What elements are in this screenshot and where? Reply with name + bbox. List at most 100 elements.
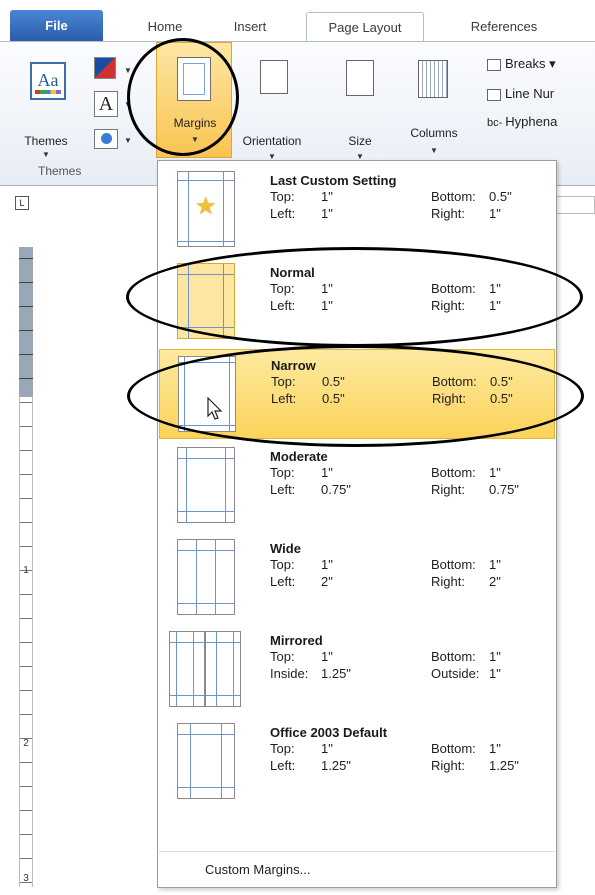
option-value: 1.25" bbox=[489, 758, 519, 773]
option-key: Right: bbox=[431, 574, 465, 589]
option-value: 0.75" bbox=[321, 482, 351, 497]
margin-option-last-custom-setting[interactable]: ★ Last Custom Setting Top: 1" Bottom: 0.5" Lef… bbox=[159, 165, 555, 255]
option-value: 1.25" bbox=[321, 666, 351, 681]
option-key: Top: bbox=[270, 557, 295, 572]
option-key: Top: bbox=[270, 741, 295, 756]
orientation-label: Orientation bbox=[242, 134, 302, 148]
hyphenation-icon: bc- bbox=[487, 117, 503, 129]
themes-label: Themes bbox=[24, 134, 68, 148]
breaks-icon bbox=[487, 58, 501, 71]
option-key: Left: bbox=[270, 574, 296, 589]
line-numbers-button[interactable]: Line Nur bbox=[487, 86, 554, 101]
option-value: 0.5" bbox=[322, 391, 345, 406]
columns-icon bbox=[418, 60, 448, 98]
ruler-number: 1 bbox=[23, 565, 29, 576]
option-key: Bottom: bbox=[431, 557, 476, 572]
custom-margins-label: Custom Margins... bbox=[205, 862, 311, 877]
tab-insert[interactable]: Insert bbox=[220, 12, 280, 42]
option-title: Mirrored bbox=[270, 633, 323, 648]
custom-margins-item[interactable]: Custom Margins... bbox=[159, 851, 555, 887]
option-key: Top: bbox=[271, 374, 296, 389]
themes-button[interactable]: Aa Themes ▼ bbox=[20, 54, 80, 159]
theme-fonts-icon[interactable]: A bbox=[94, 91, 118, 117]
option-key: Top: bbox=[270, 281, 295, 296]
size-icon bbox=[346, 60, 374, 96]
hyphenation-button[interactable]: bc- Hyphena bbox=[487, 114, 557, 129]
vertical-ruler-margin bbox=[19, 247, 33, 397]
star-icon: ★ bbox=[195, 193, 217, 220]
option-value: 2" bbox=[489, 574, 501, 589]
option-value: 1" bbox=[489, 666, 501, 681]
option-value: 0.5" bbox=[490, 391, 513, 406]
option-key: Top: bbox=[270, 465, 295, 480]
margin-option-narrow[interactable]: Narrow Top: 0.5" Bottom: 0.5" Left: 0.5" Right:… bbox=[159, 349, 555, 439]
chevron-down-icon: ▼ bbox=[124, 66, 132, 75]
tab-file[interactable]: File bbox=[10, 10, 103, 42]
theme-colors-icon[interactable] bbox=[94, 57, 116, 79]
line-numbers-label: Line Nur bbox=[505, 86, 555, 101]
option-value: 1.25" bbox=[321, 758, 351, 773]
option-key: Bottom: bbox=[431, 649, 476, 664]
breaks-button[interactable]: Breaks ▾ bbox=[487, 56, 556, 72]
option-value: 0.75" bbox=[489, 482, 519, 497]
line-numbers-icon bbox=[487, 88, 501, 101]
margin-preview-icon: ★ bbox=[177, 171, 235, 247]
option-key: Bottom: bbox=[431, 465, 476, 480]
margin-preview-icon bbox=[177, 723, 235, 799]
orientation-button[interactable]: Orientation ▼ bbox=[236, 54, 306, 161]
tab-page-layout[interactable]: Page Layout bbox=[306, 12, 424, 42]
breaks-label: Breaks bbox=[505, 56, 546, 71]
option-value: 1" bbox=[489, 557, 501, 572]
option-value: 1" bbox=[489, 281, 501, 296]
option-value: 1" bbox=[321, 189, 333, 204]
margin-preview-icon bbox=[177, 539, 235, 615]
option-key: Bottom: bbox=[432, 374, 477, 389]
chevron-down-icon: ▼ bbox=[430, 146, 438, 155]
margins-button[interactable]: Margins ▼ bbox=[156, 42, 232, 158]
ruler-number: 2 bbox=[23, 738, 29, 749]
option-key: Left: bbox=[271, 391, 297, 406]
chevron-down-icon: ▼ bbox=[124, 136, 132, 145]
margin-option-office-2003-default[interactable]: Office 2003 Default Top: 1" Bottom: 1" Left: 1… bbox=[159, 717, 555, 807]
option-value: 0.5" bbox=[489, 189, 512, 204]
option-value: 1" bbox=[489, 649, 501, 664]
tab-references[interactable]: References bbox=[445, 12, 563, 42]
option-key: Bottom: bbox=[431, 281, 476, 296]
margin-option-wide[interactable]: Wide Top: 1" Bottom: 1" Left: 2" Right: 2" bbox=[159, 533, 555, 623]
columns-button[interactable]: Columns ▼ bbox=[404, 54, 460, 155]
option-value: 1" bbox=[321, 206, 333, 221]
margin-option-normal[interactable]: Normal Top: 1" Bottom: 1" Left: 1" Right: 1" bbox=[159, 257, 555, 347]
option-value: 0.5" bbox=[490, 374, 513, 389]
margins-label: Margins bbox=[173, 116, 217, 130]
option-key: Left: bbox=[270, 206, 296, 221]
option-key: Left: bbox=[270, 482, 296, 497]
margin-option-moderate[interactable]: Moderate Top: 1" Bottom: 1" Left: 0.75" Right: 0… bbox=[159, 441, 555, 531]
size-button[interactable]: Size ▼ bbox=[338, 54, 382, 161]
option-key: Right: bbox=[431, 482, 465, 497]
option-title: Moderate bbox=[270, 449, 328, 464]
margin-preview-icon bbox=[205, 631, 241, 707]
tab-selector[interactable]: L bbox=[15, 196, 29, 210]
option-key: Bottom: bbox=[431, 741, 476, 756]
option-value: 1" bbox=[489, 465, 501, 480]
theme-effects-icon[interactable] bbox=[94, 129, 118, 149]
tab-home[interactable]: Home bbox=[135, 12, 195, 42]
option-value: 1" bbox=[321, 298, 333, 313]
option-key: Right: bbox=[431, 298, 465, 313]
margins-dropdown: ★ Last Custom Setting Top: 1" Bottom: 0.5" Lef… bbox=[157, 160, 557, 888]
option-value: 1" bbox=[489, 298, 501, 313]
themes-icon: Aa bbox=[30, 62, 66, 100]
option-key: Left: bbox=[270, 758, 296, 773]
margin-preview-icon bbox=[177, 447, 235, 523]
option-title: Office 2003 Default bbox=[270, 725, 388, 740]
horizontal-ruler bbox=[555, 196, 595, 214]
option-key: Right: bbox=[432, 391, 466, 406]
margin-option-mirrored[interactable]: Mirrored Top: 1" Bottom: 1" Inside: 1.25" Outsi… bbox=[159, 625, 555, 715]
group-label-themes: Themes bbox=[38, 164, 82, 178]
option-title: Narrow bbox=[271, 358, 316, 373]
option-key: Right: bbox=[431, 206, 465, 221]
ruler-number: 3 bbox=[23, 873, 29, 884]
columns-label: Columns bbox=[410, 126, 458, 140]
margins-icon bbox=[177, 57, 211, 101]
option-title: Wide bbox=[270, 541, 301, 556]
